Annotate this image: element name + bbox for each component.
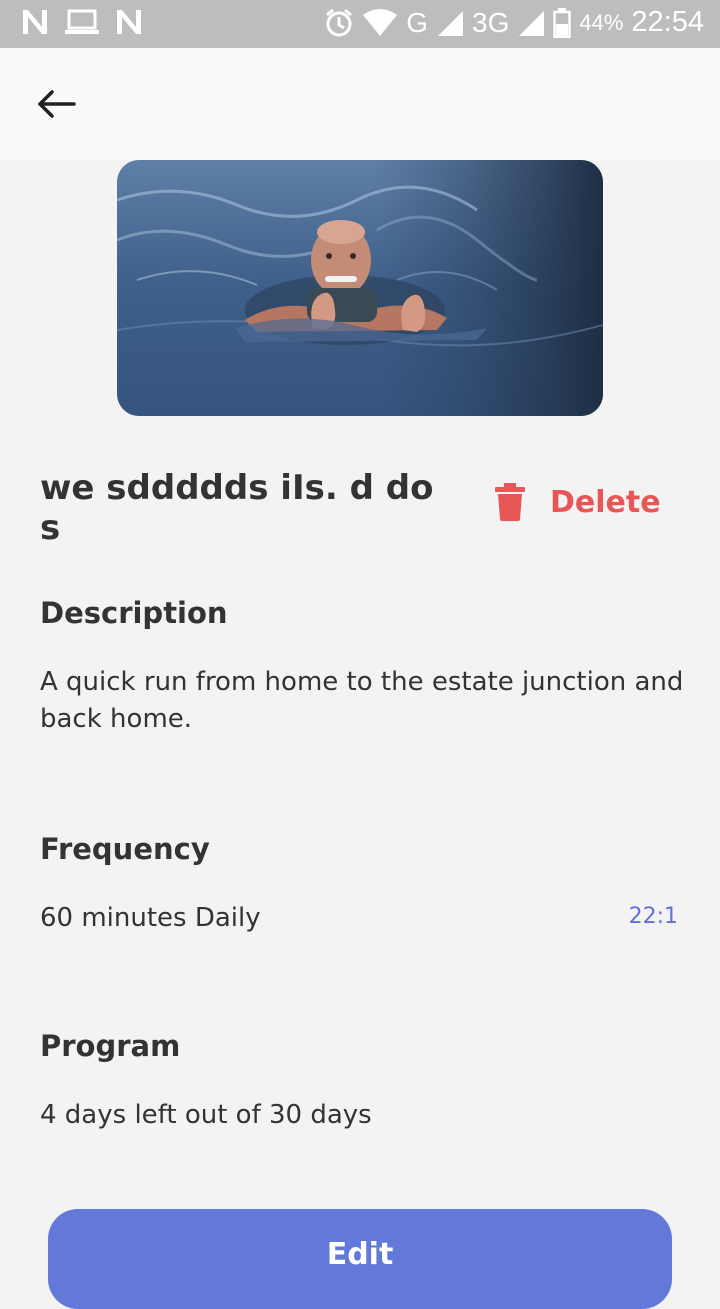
network-3g-label: 3G	[472, 6, 510, 38]
frequency-heading: Frequency	[40, 832, 210, 866]
battery-icon	[553, 7, 572, 38]
wifi-icon	[363, 8, 398, 36]
description-text: A quick run from home to the estate junc…	[40, 667, 684, 734]
delete-label: Delete	[550, 484, 661, 520]
alarm-icon	[326, 8, 353, 36]
notification-n-icon-2	[117, 10, 141, 34]
frequency-value: 60 minutes Daily	[40, 903, 261, 933]
activity-title: we sddddds iIs. d do s	[40, 468, 434, 548]
program-value: 4 days left out of 30 days	[40, 1100, 372, 1130]
back-button[interactable]	[32, 84, 80, 124]
description-heading: Description	[40, 596, 228, 630]
frequency-time[interactable]: 22:1	[629, 904, 678, 929]
status-bar: G 3G 44% 22:54	[0, 0, 720, 48]
delete-button[interactable]: Delete	[492, 482, 661, 522]
trash-icon	[495, 483, 525, 521]
signal-icon	[438, 10, 464, 36]
app-bar	[0, 48, 720, 160]
signal-icon-2	[519, 10, 545, 36]
arrow-left-icon	[38, 90, 76, 118]
edit-button[interactable]: Edit	[48, 1209, 672, 1309]
program-heading: Program	[40, 1029, 181, 1063]
clock: 22:54	[631, 6, 704, 38]
battery-percent: 44%	[579, 9, 624, 35]
notification-n-icon	[23, 10, 47, 34]
laptop-icon	[65, 9, 99, 34]
activity-photo	[117, 160, 603, 416]
network-label: G	[406, 6, 429, 38]
